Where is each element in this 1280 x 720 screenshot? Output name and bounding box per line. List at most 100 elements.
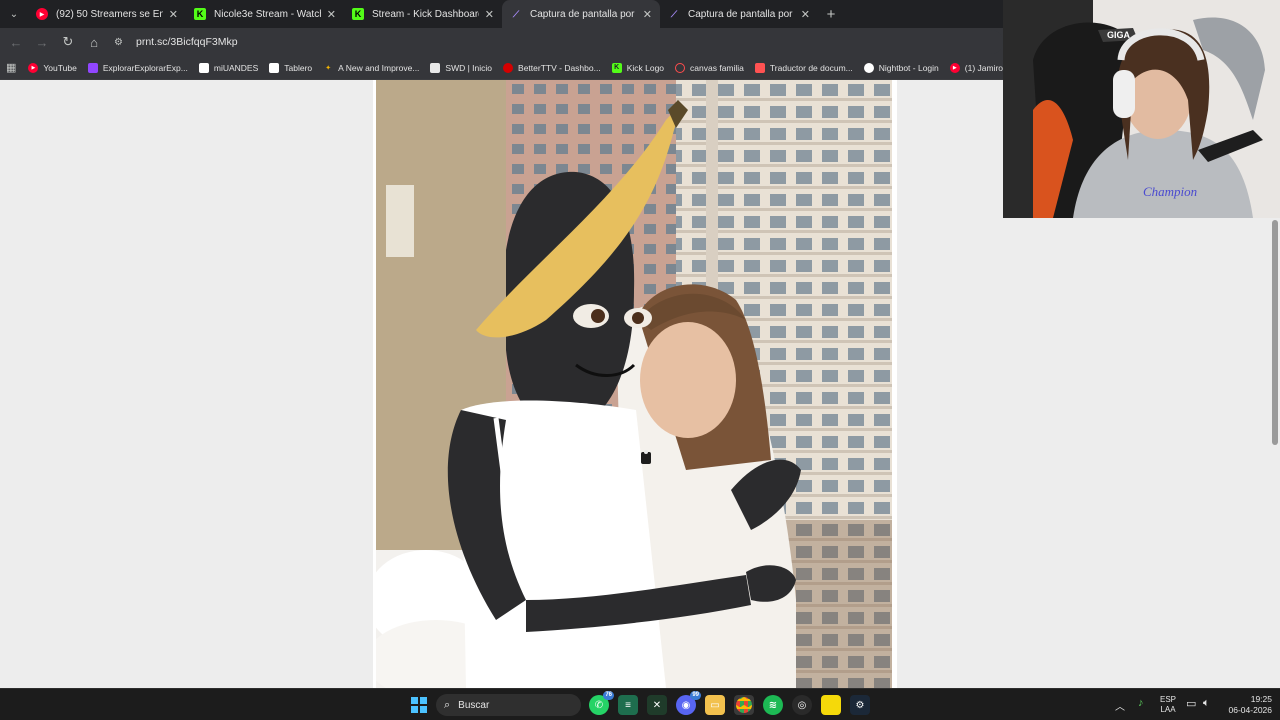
bookmark-item[interactable]: Traductor de docum... [754,62,853,73]
betterttv-icon [503,62,514,73]
lightshot-feather-icon: ⟋ [670,8,678,19]
file-explorer-icon[interactable]: ▭ [705,695,725,715]
bookmark-label: YouTube [43,62,77,73]
screenshot-image [373,80,897,688]
svg-text:GIGA: GIGA [1107,30,1131,40]
tab-close-icon[interactable]: ✕ [169,8,178,21]
bookmark-item[interactable]: K Kick Logo [611,62,665,73]
reload-icon[interactable]: ↻ [56,30,80,54]
xbox-icon[interactable]: ✕ [647,695,667,715]
bookmark-label: miUANDES [213,62,259,73]
youtube-icon: ▶ [36,8,48,20]
new-tab-button[interactable]: + [818,0,844,28]
browser-tab-strip: ⌄ ▶ (92) 50 Streamers se Enfrentan ✕ K Nicol… [0,0,1003,28]
volume-icon[interactable]: 🔈︎ [1203,697,1210,710]
browser-tab[interactable]: ▶ (92) 50 Streamers se Enfrentan ✕ [28,0,186,28]
lightshot-feather-icon: ⟋ [512,8,520,19]
bookmark-label: Nightbot - Login [878,62,939,73]
search-icon: ⌕ [444,698,451,711]
tab-title: Stream - Kick Dashboard [372,8,479,20]
taskbar-search-label: Buscar [458,699,490,711]
browser-tab[interactable]: K Stream - Kick Dashboard ✕ [344,0,502,28]
clock-time: 19:25 [1250,694,1272,704]
bookmark-label: BetterTTV - Dashbo... [518,62,601,73]
tray-chevron-up-icon[interactable]: ︿ [1115,698,1125,713]
kick-icon: K [194,8,206,20]
site-info-icon[interactable]: ⚙ [114,37,130,48]
tab-title: Captura de pantalla por Lightsh [530,8,637,20]
windows-start-icon[interactable] [411,697,427,713]
bookmark-label: Traductor de docum... [769,62,853,73]
taskbar-search-box[interactable]: ⌕ Buscar [436,694,581,716]
address-bar-url: prnt.sc/3BicfqqF3Mkp [136,36,238,48]
back-arrow-icon[interactable]: ← [4,30,28,54]
display-icon[interactable]: ▭ [1186,697,1196,710]
bookmarks-bar: ▦ ▶ YouTube ExplorarExplorarExp... miUANDES… [0,56,1049,80]
browser-toolbar: ← → ↻ ⌂ ⚙ prnt.sc/3BicfqqF3Mkp [0,28,1003,56]
tab-close-icon[interactable]: ✕ [485,8,494,21]
discord-badge: 99 [690,691,701,700]
bookmark-label: canvas familia [690,62,744,73]
bookmark-label: Tablero [284,62,313,73]
tab-title: (92) 50 Streamers se Enfrentan [56,8,163,20]
tab-title: Captura de pantalla por Lightsh [688,8,795,20]
bookmark-item[interactable]: SWD | Inicio [430,62,493,73]
windows-taskbar: ⌕ Buscar ✆ 76 ≡ ✕ ◉ 99 ▭ ≋ ◎ ⚙ ︿ ♪ ESP LAA… [0,688,1280,720]
language-indicator[interactable]: ESP LAA [1160,695,1176,715]
screenshot-image-illustration [376,80,892,688]
scrollbar-thumb[interactable] [1272,220,1278,445]
svg-text:Champion: Champion [1143,184,1197,199]
whatsapp-icon[interactable]: ✆ 76 [589,691,614,715]
apps-grid-icon[interactable]: ▦ [6,61,16,74]
keyboard-layout: LAA [1160,705,1176,714]
system-clock[interactable]: 19:25 06-04-2026 [1222,694,1272,716]
spotify-icon[interactable]: ≋ [763,695,783,715]
lightbulb-icon: ✦ [325,64,332,72]
webcam-feed-image: GIGA Champion [1003,0,1280,218]
whatsapp-badge: 76 [603,691,614,700]
translate-icon [754,62,765,73]
document-icon [269,62,280,73]
language-code: ESP [1160,695,1177,704]
bookmark-item[interactable]: miUANDES [198,62,259,73]
tab-close-icon[interactable]: ✕ [801,8,810,21]
bookmark-item[interactable]: ✦ A New and Improve... [323,63,419,73]
bookmark-item[interactable]: canvas familia [675,62,744,73]
bookmark-item[interactable]: Nightbot - Login [863,62,939,73]
notepad-icon[interactable]: ≡ [618,695,638,715]
tab-title: Nicole3e Stream - Watch Live o [214,8,321,20]
document-icon [198,62,209,73]
twitch-icon [87,62,98,73]
bookmark-label: SWD | Inicio [445,62,493,73]
obs-icon[interactable]: ◎ [792,695,812,715]
bookmark-label: A New and Improve... [338,62,420,73]
steam-icon[interactable]: ⚙ [850,695,870,715]
clock-date: 06-04-2026 [1228,705,1272,715]
microphone-icon[interactable]: ♪ [1138,697,1144,709]
browser-tab[interactable]: ⟋ Captura de pantalla por Lightsh ✕ [502,0,660,28]
tab-close-icon[interactable]: ✕ [643,8,652,21]
chrome-icon[interactable] [734,695,754,715]
browser-tab[interactable]: K Nicole3e Stream - Watch Live o ✕ [186,0,344,28]
bookmark-item[interactable]: ▶ YouTube [28,62,77,73]
canva-icon [675,62,686,73]
youtube-icon: ▶ [949,62,960,73]
bookmark-item[interactable]: Tablero [269,62,313,73]
kick-icon: K [352,8,364,20]
tab-search-chevron-icon[interactable]: ⌄ [0,0,28,28]
bookmark-item[interactable]: BetterTTV - Dashbo... [503,62,601,73]
forward-arrow-icon[interactable]: → [30,30,54,54]
bookmark-item[interactable]: ExplorarExplorarExp... [87,62,188,73]
home-icon[interactable]: ⌂ [82,30,106,54]
address-bar[interactable]: ⚙ prnt.sc/3BicfqqF3Mkp [114,30,1003,54]
browser-tab[interactable]: ⟋ Captura de pantalla por Lightsh ✕ [660,0,818,28]
sticky-notes-icon[interactable] [821,695,841,715]
discord-icon[interactable]: ◉ 99 [676,691,701,715]
bookmark-label: Kick Logo [626,62,665,73]
nightbot-icon [863,62,874,73]
page-scrollbar[interactable] [1270,218,1280,688]
kick-icon: K [611,62,622,73]
tab-close-icon[interactable]: ✕ [327,8,336,21]
bookmark-label: ExplorarExplorarExp... [102,62,188,73]
youtube-icon: ▶ [28,62,39,73]
